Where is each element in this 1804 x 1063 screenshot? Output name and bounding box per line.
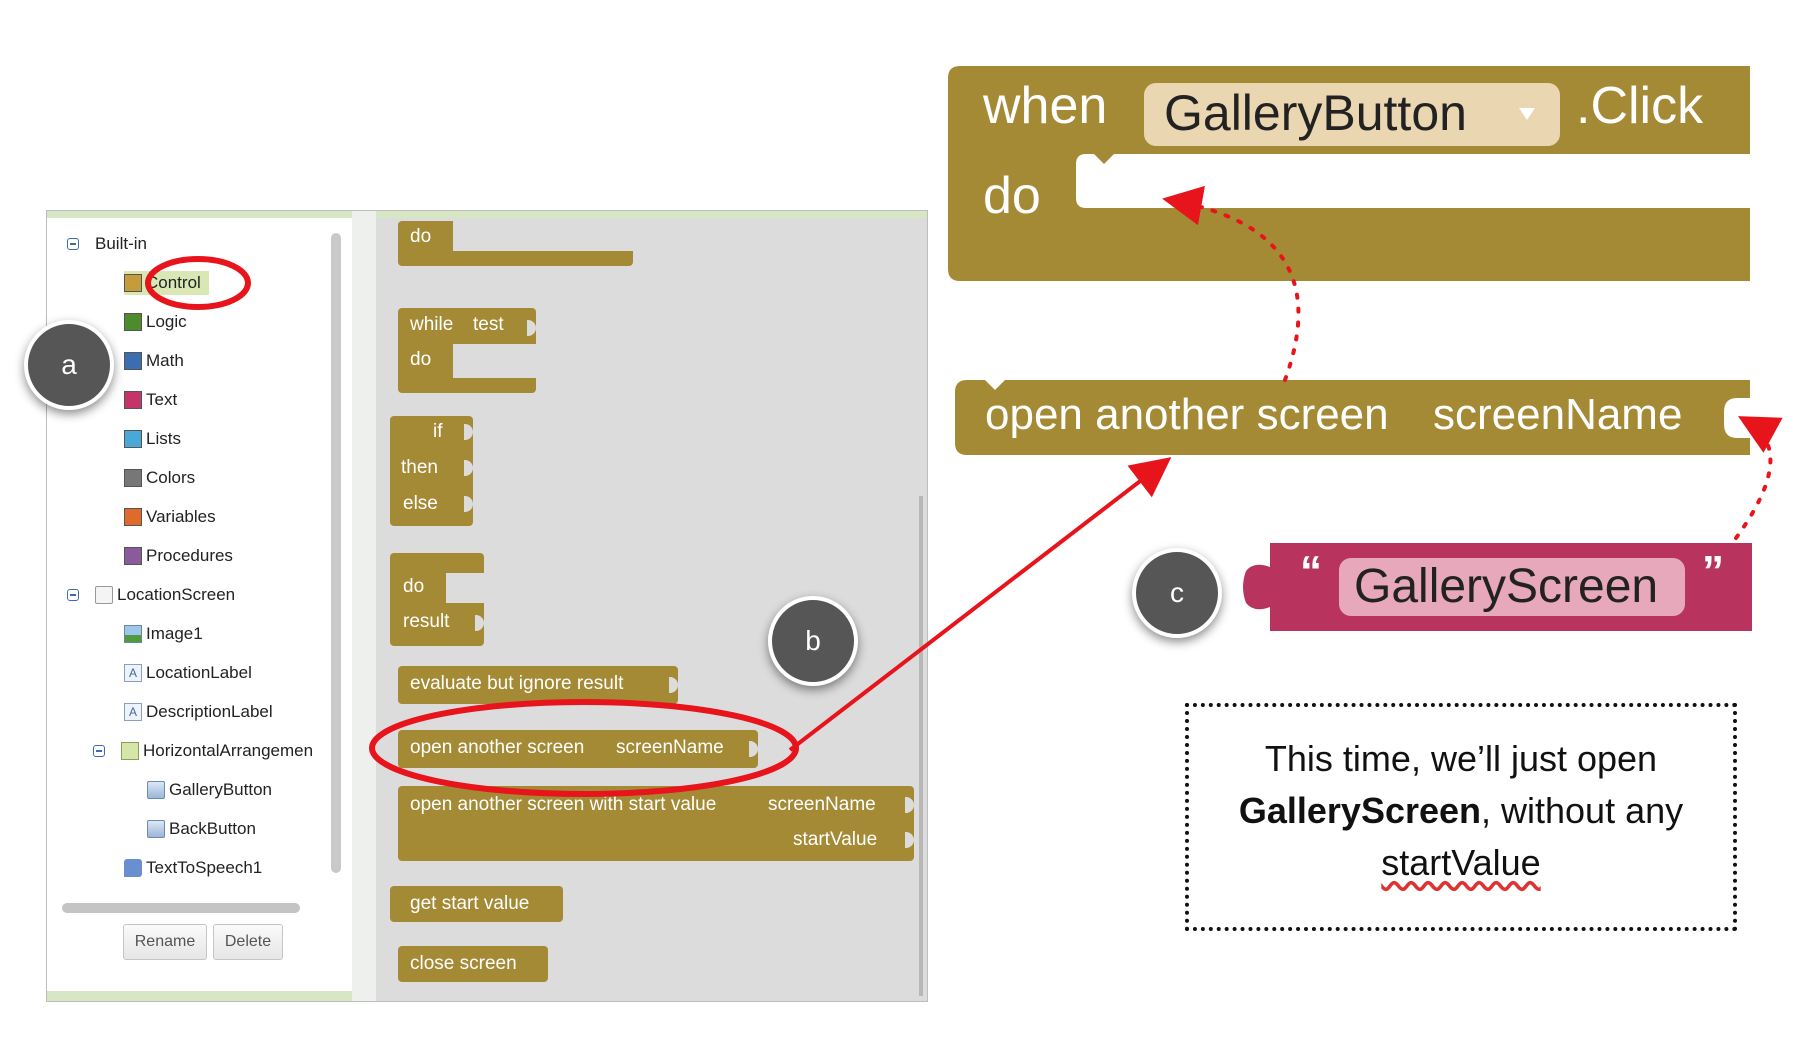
note-line-1: This time, we’ll just open — [1264, 738, 1658, 779]
note-line-2: GalleryScreen, without any — [1189, 785, 1733, 837]
badge-c: c — [1132, 548, 1222, 638]
badge-b: b — [768, 596, 858, 686]
note-line-2-rest: , without any — [1481, 790, 1684, 831]
highlight-ellipse-open-screen — [369, 699, 799, 797]
explanation-note: This time, we’ll just open GalleryScreen… — [1185, 703, 1737, 931]
dotted-arrow-into-do-slot — [1162, 185, 1301, 382]
note-start-value: startValue — [1381, 842, 1541, 883]
dotted-arrow-into-socket — [1734, 416, 1783, 540]
highlight-ellipse-control — [145, 256, 251, 310]
arrow-to-zoomed-block — [788, 457, 1172, 752]
note-line-3: startValue — [1189, 837, 1733, 889]
note-bold-screen: GalleryScreen — [1238, 790, 1482, 831]
badge-a: a — [24, 320, 114, 410]
